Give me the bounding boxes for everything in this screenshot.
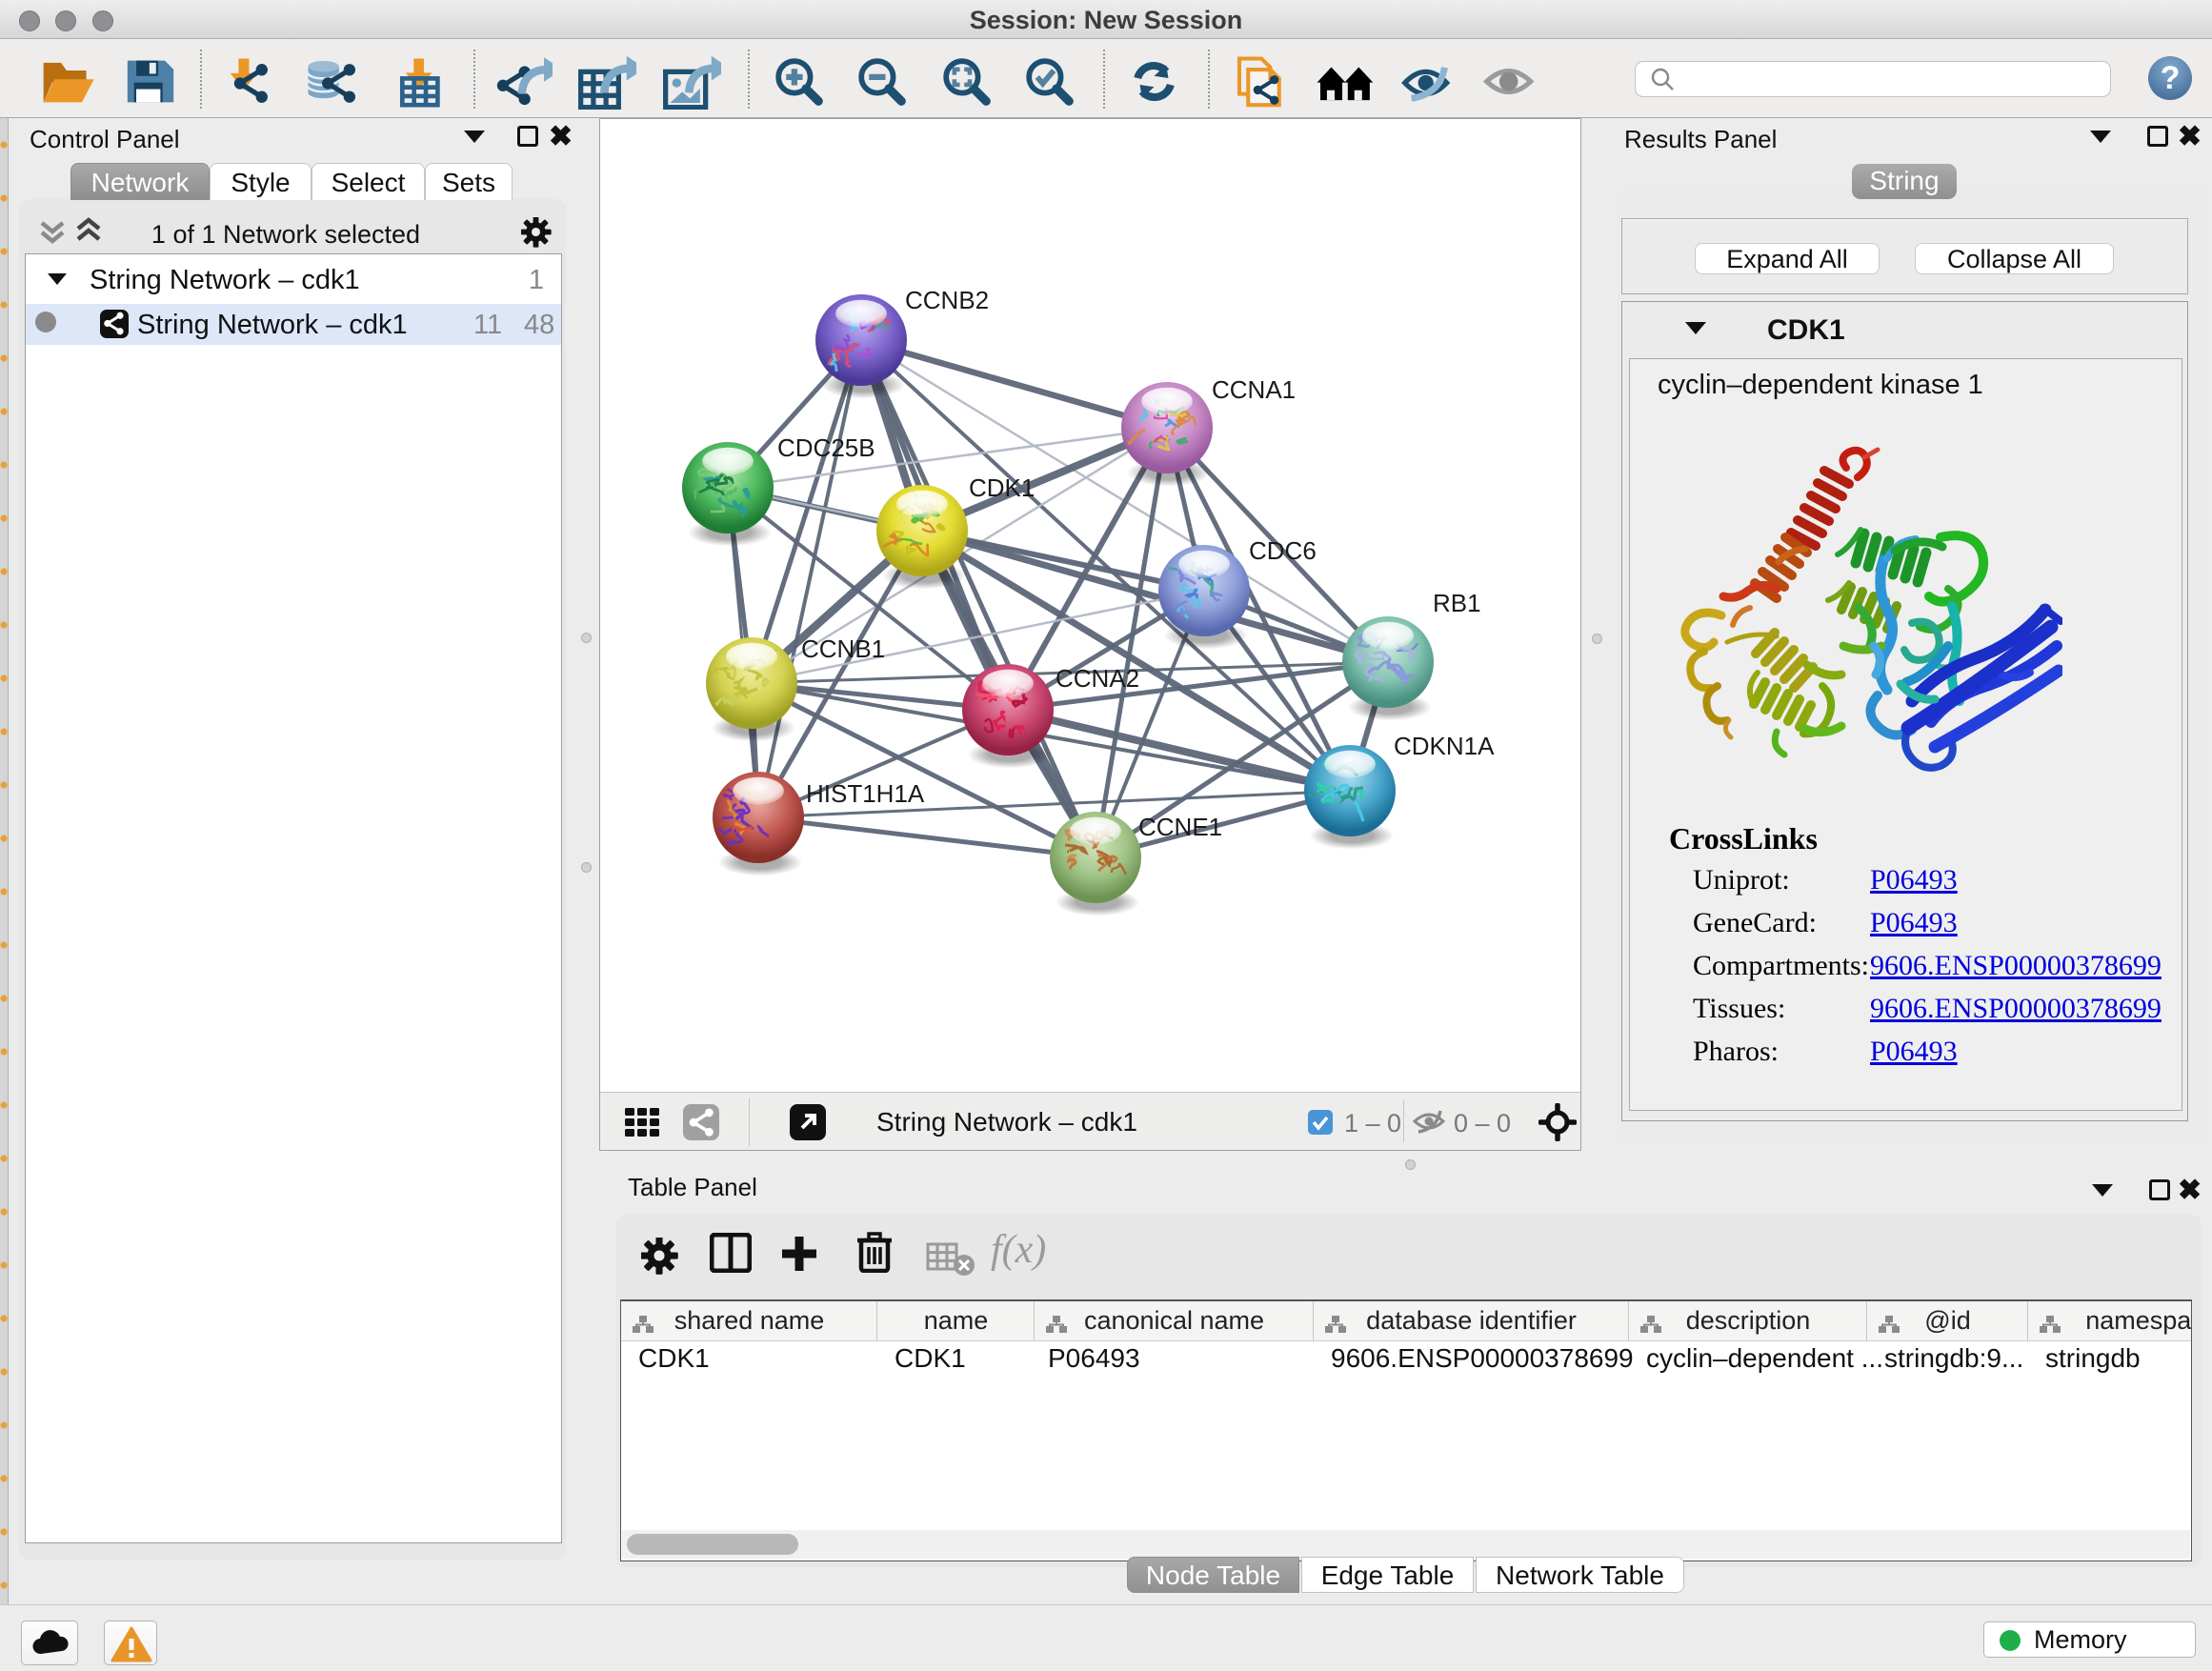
svg-text:CDKN1A: CDKN1A [1394, 732, 1495, 760]
svg-text:CDK1: CDK1 [969, 473, 1035, 502]
svg-text:HIST1H1A: HIST1H1A [806, 779, 925, 808]
svg-text:CCNA2: CCNA2 [1056, 664, 1139, 693]
svg-text:CCNE1: CCNE1 [1138, 813, 1222, 841]
svg-text:CCNA1: CCNA1 [1212, 375, 1296, 404]
svg-text:CCNB2: CCNB2 [905, 286, 989, 314]
svg-text:CCNB1: CCNB1 [801, 634, 885, 663]
svg-text:RB1: RB1 [1433, 589, 1481, 617]
svg-text:CDC6: CDC6 [1249, 536, 1317, 565]
svg-text:CDC25B: CDC25B [777, 433, 875, 462]
